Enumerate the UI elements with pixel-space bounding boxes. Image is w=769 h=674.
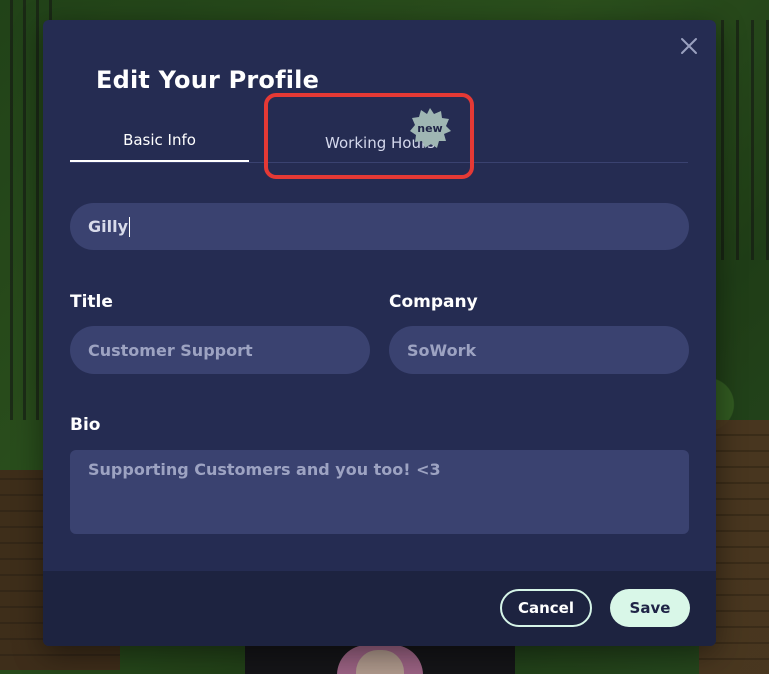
save-button[interactable]: Save bbox=[610, 589, 690, 627]
title-input-value: Customer Support bbox=[88, 340, 253, 360]
text-caret bbox=[129, 216, 131, 237]
edit-profile-modal: Edit Your Profile Basic Info Working Hou… bbox=[43, 20, 716, 646]
company-label: Company bbox=[389, 292, 478, 312]
name-input[interactable]: Gilly bbox=[70, 203, 689, 250]
title-label: Title bbox=[70, 292, 113, 312]
title-input[interactable]: Customer Support bbox=[70, 326, 370, 374]
cancel-button[interactable]: Cancel bbox=[500, 589, 592, 627]
name-input-value: Gilly bbox=[88, 217, 129, 236]
tab-basic-info-label: Basic Info bbox=[123, 131, 196, 149]
bio-textarea-value: Supporting Customers and you too! <3 bbox=[88, 460, 441, 479]
company-input[interactable]: SoWork bbox=[389, 326, 689, 374]
close-button[interactable] bbox=[677, 34, 701, 58]
bio-textarea[interactable]: Supporting Customers and you too! <3 bbox=[70, 450, 689, 534]
company-input-value: SoWork bbox=[407, 340, 477, 360]
modal-title: Edit Your Profile bbox=[96, 66, 320, 94]
tab-basic-info[interactable]: Basic Info bbox=[70, 120, 249, 162]
close-icon bbox=[681, 38, 697, 54]
highlight-annotation bbox=[264, 93, 474, 179]
bio-label: Bio bbox=[70, 415, 101, 435]
